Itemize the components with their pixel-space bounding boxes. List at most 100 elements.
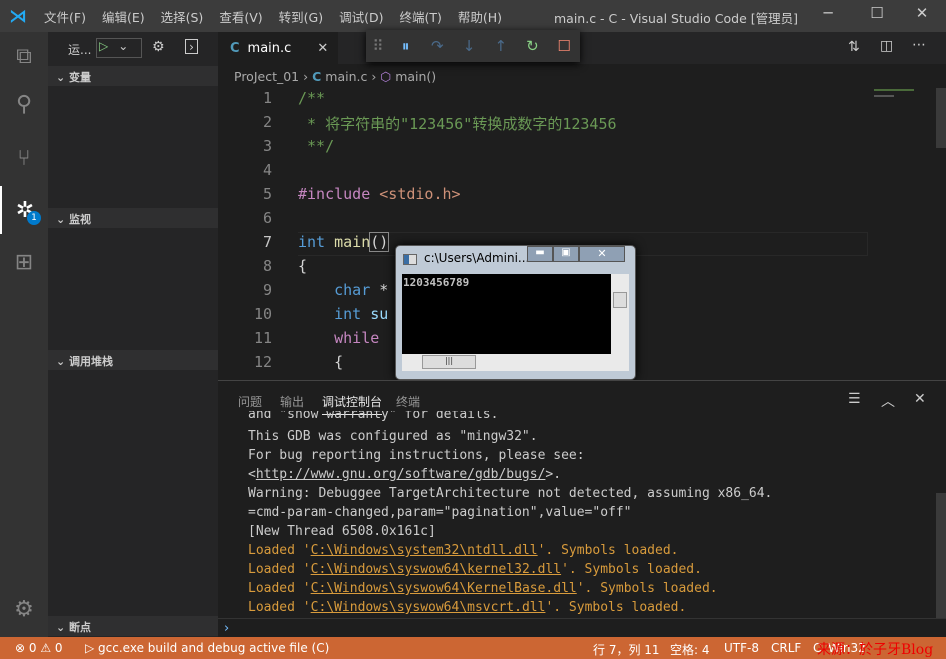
encoding[interactable]: UTF-8 xyxy=(724,641,759,655)
section-watch[interactable]: ⌄ 监视 xyxy=(48,208,218,228)
code-line-11[interactable]: while xyxy=(298,329,379,347)
breadcrumb-symbol[interactable]: main() xyxy=(395,69,436,84)
debug-toolbar: ⠿ ⏸ ↷ ↓ ↑ ↻ ☐ xyxy=(366,30,580,62)
line-number: 7 xyxy=(262,233,272,251)
step-into-button[interactable]: ↓ xyxy=(453,37,485,55)
clear-console-icon[interactable]: ☰ xyxy=(848,391,861,407)
maximize-panel-icon[interactable]: ︿ xyxy=(881,391,895,411)
code-line-3[interactable]: **/ xyxy=(298,137,334,155)
line-number: 8 xyxy=(262,257,272,275)
dll-path-link[interactable]: C:\Windows\syswow64\kernel32.dll xyxy=(311,562,561,577)
menu-selection[interactable]: 选择(S) xyxy=(153,7,212,26)
minimap[interactable] xyxy=(874,86,936,126)
line-number: 4 xyxy=(262,161,272,179)
gdb-bugs-link[interactable]: http://www.gnu.org/software/gdb/bugs/ xyxy=(256,467,546,482)
dll-path-link[interactable]: C:\Windows\syswow64\KernelBase.dll xyxy=(311,581,577,596)
debug-console-icon[interactable]: › xyxy=(185,39,198,54)
indentation[interactable]: 空格: 4 xyxy=(670,641,710,658)
step-out-button[interactable]: ↑ xyxy=(485,37,517,55)
dll-path-link[interactable]: C:\Windows\system32\ntdll.dll xyxy=(311,543,538,558)
close-tab-icon[interactable]: ✕ xyxy=(317,41,328,56)
menu-go[interactable]: 转到(G) xyxy=(271,7,331,26)
line-number: 6 xyxy=(262,209,272,227)
drag-handle-icon[interactable]: ⠿ xyxy=(366,37,390,55)
console-line: This GDB was configured as "mingw32". xyxy=(248,429,538,444)
extensions-icon[interactable]: ⊞ xyxy=(0,238,48,286)
c-file-icon: C xyxy=(230,40,240,56)
console-maximize-button[interactable]: ▣ xyxy=(553,246,579,262)
line-number: 5 xyxy=(262,185,272,203)
console-title: c:\Users\Admini... xyxy=(424,251,530,265)
breadcrumb-folder[interactable]: ProJect_01 xyxy=(234,69,299,84)
search-icon[interactable]: ⚲ xyxy=(0,80,48,128)
breadcrumb: ProJect_01 › C main.c › ⬡ main() xyxy=(234,68,437,84)
line-number: 3 xyxy=(262,137,272,155)
code-line-7[interactable]: int main() xyxy=(298,232,390,252)
tab-main-c[interactable]: Cmain.c ✕ xyxy=(218,32,338,64)
start-debug-button[interactable]: ▷ ⌄ xyxy=(96,38,142,58)
gear-icon[interactable]: ⚙ xyxy=(152,39,165,55)
console-output: 1203456789 xyxy=(402,274,629,354)
run-config-label: 运... xyxy=(68,43,92,57)
code-line-8[interactable]: { xyxy=(298,257,307,275)
code-line-2[interactable]: * 将字符串的"123456"转换成数字的123456 xyxy=(298,113,617,134)
console-loaded-line: Loaded 'C:\Windows\system32\ntdll.dll'. … xyxy=(248,543,679,558)
split-editor-icon[interactable]: ◫ xyxy=(880,38,893,54)
debug-icon[interactable]: ✲ 1 xyxy=(0,186,48,234)
section-call-stack[interactable]: ⌄ 调用堆栈 xyxy=(48,350,218,370)
minimize-button[interactable]: ─ xyxy=(808,4,848,28)
console-hscrollbar[interactable]: ||| xyxy=(402,354,629,371)
tab-output[interactable]: 输出 xyxy=(280,393,304,410)
console-input[interactable]: › xyxy=(218,618,946,638)
compare-changes-icon[interactable]: ⇅ xyxy=(848,39,860,55)
code-line-9[interactable]: char * xyxy=(298,281,388,299)
stop-button[interactable]: ☐ xyxy=(548,37,580,55)
source-control-icon[interactable]: ⑂ xyxy=(0,134,48,182)
line-ending[interactable]: CRLF xyxy=(771,641,801,655)
console-line: and "show warranty" for details. xyxy=(248,411,499,422)
step-over-button[interactable]: ↷ xyxy=(421,37,453,55)
launch-config-status[interactable]: ▷ gcc.exe build and debug active file (C… xyxy=(85,641,329,655)
menu-view[interactable]: 查看(V) xyxy=(211,7,270,26)
close-panel-icon[interactable]: ✕ xyxy=(914,391,926,407)
explorer-icon[interactable]: ⧉ xyxy=(0,32,48,80)
console-minimize-button[interactable]: ▬ xyxy=(527,246,553,262)
settings-gear-icon[interactable]: ⚙ xyxy=(0,585,48,633)
watermark: 来源：於子牙Blog xyxy=(817,642,934,658)
tab-problems[interactable]: 问题 xyxy=(238,393,262,410)
menu-file[interactable]: 文件(F) xyxy=(36,7,94,26)
console-line: =cmd-param-changed,param="pagination",va… xyxy=(248,505,632,520)
menu-help[interactable]: 帮助(H) xyxy=(450,7,510,26)
close-window-button[interactable]: ✕ xyxy=(902,4,942,28)
menu-terminal[interactable]: 终端(T) xyxy=(391,7,449,26)
more-actions-icon[interactable]: ⋯ xyxy=(912,37,926,53)
console-app-icon xyxy=(403,254,417,265)
code-line-12[interactable]: { xyxy=(298,353,343,371)
debug-sidebar: 运... ▷ ⌄ ⚙ › ⌄ 变量 ⌄ 监视 ⌄ 调用堆栈 ⌄ 断点 xyxy=(48,32,218,637)
menu-edit[interactable]: 编辑(E) xyxy=(94,7,153,26)
dll-path-link[interactable]: C:\Windows\syswow64\msvcrt.dll xyxy=(311,600,546,615)
config-dropdown-icon[interactable]: ⌄ xyxy=(118,39,128,53)
breadcrumb-file[interactable]: main.c xyxy=(325,69,367,84)
console-vscrollbar[interactable] xyxy=(611,274,629,354)
code-line-1[interactable]: /** xyxy=(298,89,325,107)
console-scrollbar[interactable] xyxy=(936,493,946,618)
console-line: <http://www.gnu.org/software/gdb/bugs/>. xyxy=(248,467,562,482)
pause-button[interactable]: ⏸ xyxy=(390,37,422,55)
problems-status[interactable]: ⊗ 0 ⚠ 0 xyxy=(15,641,63,655)
editor-scrollbar[interactable] xyxy=(936,88,946,148)
section-variables[interactable]: ⌄ 变量 xyxy=(48,66,218,86)
cursor-position[interactable]: 行 7，列 11 xyxy=(593,641,660,658)
menu-debug[interactable]: 调试(D) xyxy=(331,7,391,26)
code-line-10[interactable]: int su xyxy=(298,305,388,323)
code-line-5[interactable]: #include <stdio.h> xyxy=(298,185,461,203)
function-cube-icon: ⬡ xyxy=(380,68,392,84)
restart-button[interactable]: ↻ xyxy=(517,37,549,55)
console-close-button[interactable]: ✕ xyxy=(579,246,625,262)
editor-tabs: Cmain.c ✕ ⇅ ◫ ⋯ xyxy=(218,32,946,64)
maximize-button[interactable]: ☐ xyxy=(857,4,897,28)
line-number: 10 xyxy=(253,305,272,323)
tab-terminal[interactable]: 终端 xyxy=(396,393,420,410)
section-breakpoints[interactable]: ⌄ 断点 xyxy=(48,616,218,636)
console-line: Warning: Debuggee TargetArchitecture not… xyxy=(248,486,773,501)
